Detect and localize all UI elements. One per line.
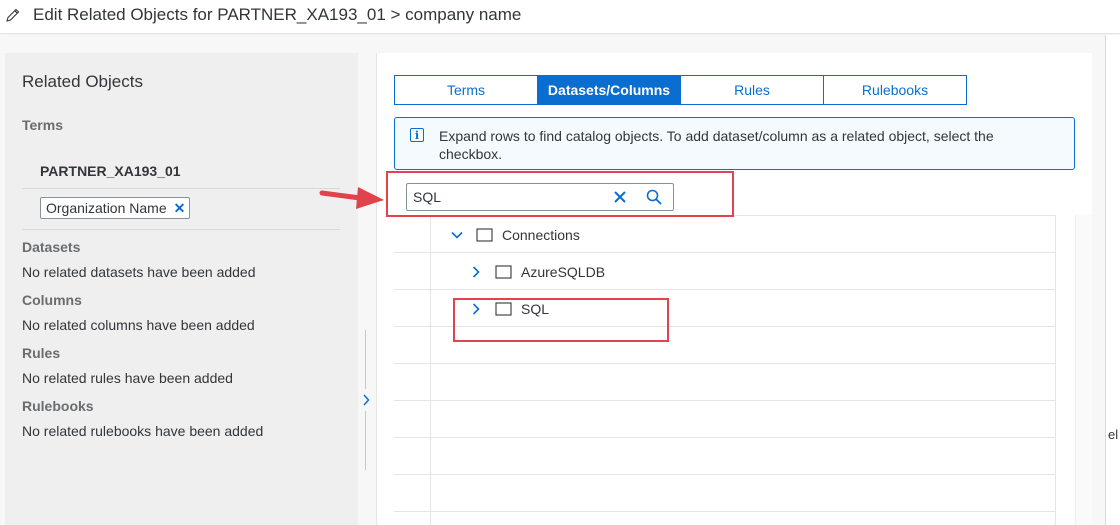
rulebooks-empty-text: No related rulebooks have been added [22,423,264,439]
tab-datasets-columns[interactable]: Datasets/Columns [537,75,681,105]
tree-node-label: Connections [502,226,580,243]
columns-heading: Columns [22,292,82,308]
catalog-tree-table: Connections AzureSQLDB SQL [394,215,1056,525]
token-label: Organization Name [46,200,167,216]
chevron-right-icon[interactable] [359,389,373,411]
dialog-header: Edit Related Objects for PARTNER_XA193_0… [0,0,1120,34]
background-partial-text: el [1108,427,1119,442]
divider [22,229,340,230]
tab-rules[interactable]: Rules [680,75,824,105]
chevron-right-icon[interactable] [469,265,483,279]
sql-node-highlight-box [453,298,669,342]
red-arrow-annotation [319,187,384,209]
rules-empty-text: No related rules have been added [22,370,233,386]
info-message-text: Expand rows to find catalog objects. To … [439,128,994,162]
background-window-edge: el [1105,35,1120,525]
info-icon: i [410,128,424,142]
terms-heading: Terms [22,117,63,133]
folder-icon [476,227,493,242]
rulebooks-heading: Rulebooks [22,398,94,414]
table-row [394,438,1056,475]
token-remove-icon[interactable]: ✕ [174,200,186,217]
rules-heading: Rules [22,345,61,361]
table-row [394,364,1056,401]
info-message-strip: i Expand rows to find catalog objects. T… [394,117,1075,170]
term-name: PARTNER_XA193_01 [40,163,181,179]
related-objects-panel: Related Objects Terms PARTNER_XA193_01 O… [5,53,358,525]
related-objects-heading: Related Objects [22,72,143,91]
dialog-title: Edit Related Objects for PARTNER_XA193_0… [33,5,522,24]
search-highlight-box [386,171,734,217]
table-row [394,401,1056,438]
divider [22,188,340,189]
chevron-down-icon[interactable] [450,228,464,242]
pencil-icon [6,8,20,22]
organization-name-token[interactable]: Organization Name ✕ [40,197,191,219]
tree-node-label: AzureSQLDB [521,263,606,280]
table-border [1055,216,1056,525]
folder-icon [495,264,512,279]
datasets-empty-text: No related datasets have been added [22,264,256,280]
object-type-tabs: Terms Datasets/Columns Rules Rulebooks [394,75,972,105]
tree-row[interactable]: AzureSQLDB [394,253,1056,290]
tab-terms[interactable]: Terms [394,75,538,105]
vertical-scrollbar[interactable] [1075,215,1092,525]
table-row [394,475,1056,512]
columns-empty-text: No related columns have been added [22,317,255,333]
tree-row[interactable]: Connections [394,216,1056,253]
datasets-heading: Datasets [22,239,81,255]
tab-rulebooks[interactable]: Rulebooks [823,75,967,105]
